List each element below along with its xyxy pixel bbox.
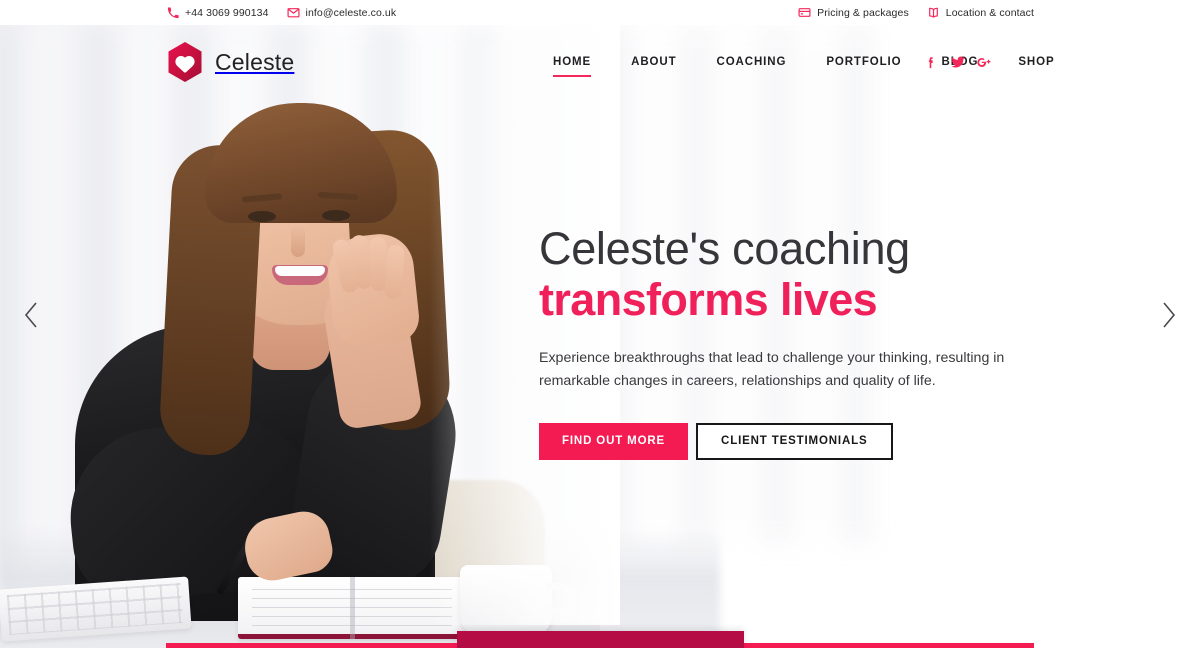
phone-icon — [166, 6, 179, 19]
site-logo[interactable]: Celeste — [166, 41, 294, 83]
google-plus-icon[interactable] — [976, 54, 993, 71]
hair-top-shape — [205, 103, 397, 223]
twitter-icon[interactable] — [949, 54, 966, 71]
topbar-phone[interactable]: +44 3069 990134 — [166, 6, 269, 19]
nav-item-portfolio[interactable]: PORTFOLIO — [806, 56, 921, 68]
hero-slider: Celeste's coaching transforms lives Expe… — [0, 25, 1200, 648]
chevron-right-icon — [1158, 300, 1180, 330]
topbar-links-group: Pricing & packages Location & contact — [798, 6, 1034, 19]
nav-item-coaching[interactable]: COACHING — [697, 56, 807, 68]
teeth-shape — [275, 266, 325, 276]
topbar-pricing-link[interactable]: Pricing & packages — [798, 6, 909, 19]
hero-button-group: FIND OUT MORE CLIENT TESTIMONIALS — [539, 422, 1039, 460]
envelope-icon — [287, 6, 300, 19]
hero-content: Celeste's coaching transforms lives Expe… — [539, 225, 1039, 460]
topbar-location-link[interactable]: Location & contact — [927, 6, 1034, 19]
hero-subtitle: Experience breakthroughs that lead to ch… — [539, 349, 1005, 389]
slider-next-button[interactable] — [1146, 292, 1192, 338]
slider-prev-button[interactable] — [8, 292, 54, 338]
nav-item-home[interactable]: HOME — [533, 56, 611, 77]
topbar-email[interactable]: info@celeste.co.uk — [287, 6, 397, 19]
mouth-shape — [272, 265, 328, 285]
topbar-email-text: info@celeste.co.uk — [305, 6, 397, 19]
hero-headline-bold: transforms lives — [539, 274, 878, 326]
site-header: Celeste HOME ABOUT COACHING PORTFOLIO BL… — [0, 25, 1200, 99]
topbar-pricing-text: Pricing & packages — [817, 6, 909, 19]
eye-right-shape — [322, 210, 350, 221]
credit-card-icon — [798, 6, 811, 19]
homepage: +44 3069 990134 info@celeste.co.uk Prici… — [0, 0, 1200, 648]
hero-photo-woman-at-desk — [0, 25, 620, 648]
map-book-icon — [927, 6, 940, 19]
find-out-more-button[interactable]: FIND OUT MORE — [539, 422, 689, 460]
keyboard-keys-shape — [6, 582, 184, 636]
nav-item-about[interactable]: ABOUT — [611, 56, 696, 68]
heart-hexagon-logo-icon — [166, 41, 204, 83]
topbar-phone-text: +44 3069 990134 — [185, 6, 269, 19]
chevron-left-icon — [20, 300, 42, 330]
brand-name: Celeste — [215, 48, 295, 75]
facebook-icon[interactable] — [922, 54, 939, 71]
nav-item-shop[interactable]: SHOP — [998, 56, 1074, 68]
nose-shape — [291, 225, 305, 257]
social-links — [922, 54, 993, 71]
service-card-problem-solving[interactable]: Problem solving — [457, 631, 744, 648]
notebook-spine-shape — [350, 577, 355, 639]
topbar-contact-group: +44 3069 990134 info@celeste.co.uk — [166, 6, 396, 19]
main-navigation: HOME ABOUT COACHING PORTFOLIO BLOG SHOP — [533, 56, 1075, 77]
client-testimonials-button[interactable]: CLIENT TESTIMONIALS — [696, 422, 893, 460]
eye-left-shape — [248, 211, 276, 222]
top-utility-bar: +44 3069 990134 info@celeste.co.uk Prici… — [0, 0, 1200, 25]
topbar-location-text: Location & contact — [945, 6, 1034, 19]
hero-headline-light: Celeste's coaching — [539, 223, 910, 274]
